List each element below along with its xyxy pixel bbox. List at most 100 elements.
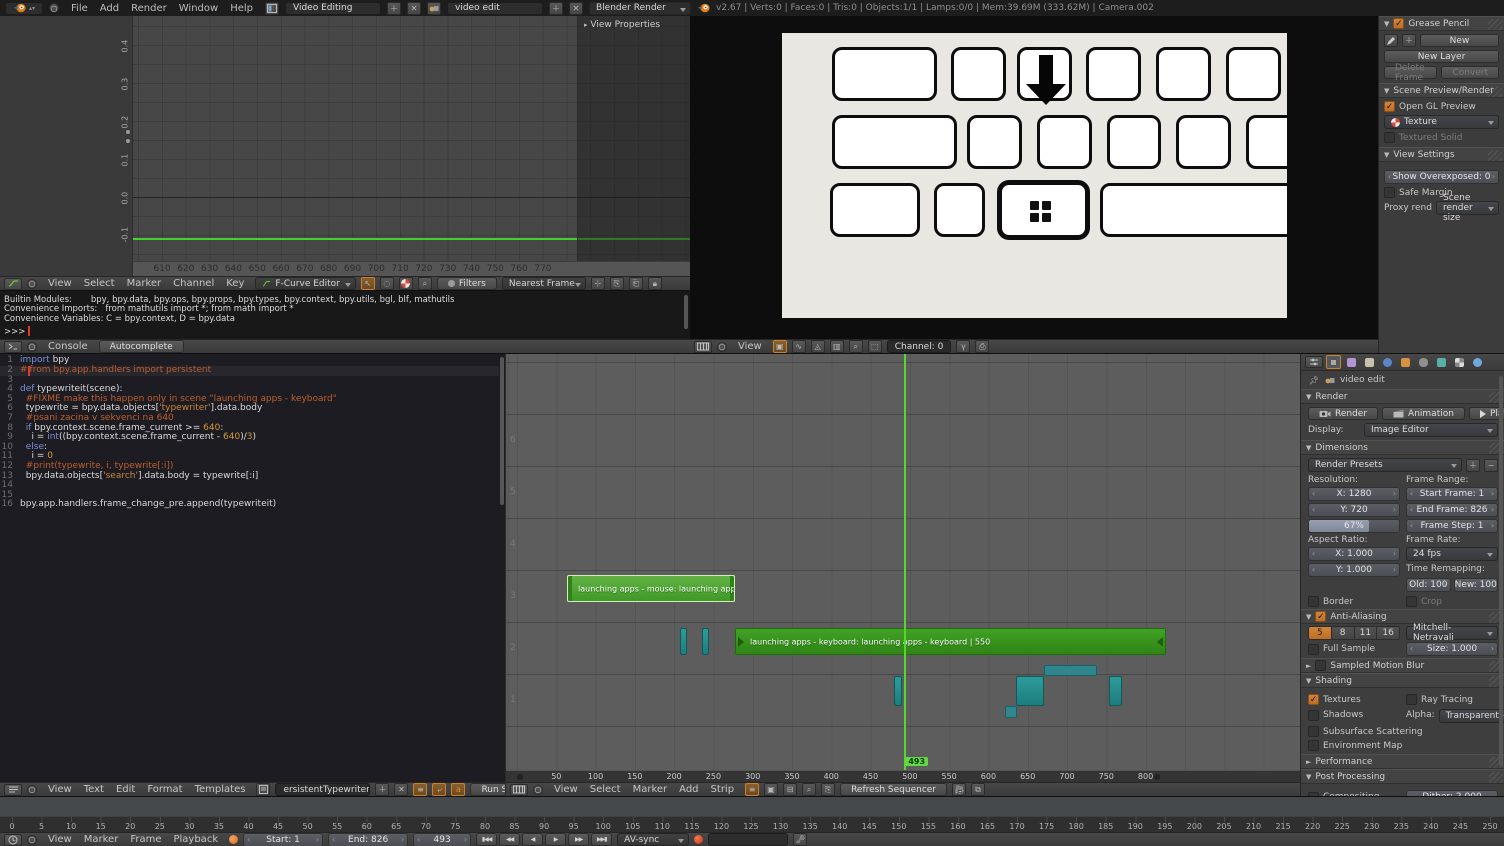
sequencer-editor-type-icon[interactable] bbox=[694, 341, 712, 353]
vse-strip[interactable] bbox=[1016, 676, 1044, 706]
add-preset-icon[interactable]: ＋ bbox=[1466, 459, 1480, 472]
code-line[interactable]: 14 bbox=[0, 481, 499, 491]
text-browse-icon[interactable] bbox=[256, 783, 270, 796]
start-frame-field[interactable]: ‹Start: 1› bbox=[243, 833, 323, 846]
properties-editor-type-icon[interactable] bbox=[1305, 356, 1323, 368]
gamma-icon[interactable]: γ bbox=[956, 340, 970, 353]
collapse-menus-icon[interactable]: ○ bbox=[27, 785, 37, 795]
snap-mode-select[interactable]: Nearest Frame bbox=[502, 277, 586, 290]
menu-key[interactable]: Key bbox=[220, 278, 250, 289]
menu-channel[interactable]: Channel bbox=[167, 278, 220, 289]
remap-new-field[interactable]: ‹New: 100› bbox=[1454, 578, 1499, 592]
jump-to-end-button[interactable]: ▶▶▮ bbox=[591, 833, 612, 846]
proxy-render-size-select[interactable]: Scene render size bbox=[1436, 201, 1499, 215]
record-icon[interactable] bbox=[229, 835, 238, 844]
vse-strip[interactable] bbox=[1005, 706, 1017, 718]
histogram-icon[interactable]: ▥ bbox=[830, 340, 844, 353]
image-display-icon[interactable]: ▣ bbox=[773, 340, 787, 353]
tab-render[interactable] bbox=[1326, 355, 1341, 369]
menu-strip[interactable]: Strip bbox=[705, 784, 741, 795]
menu-marker[interactable]: Marker bbox=[121, 278, 168, 289]
view-sequence-icon[interactable]: ≡ bbox=[745, 783, 759, 796]
aa-samples-11[interactable]: 11 bbox=[1355, 627, 1378, 639]
add-icon[interactable]: ＋ bbox=[1402, 34, 1416, 47]
keying-set-select[interactable] bbox=[708, 833, 788, 846]
render-presets-select[interactable]: Render Presets bbox=[1308, 458, 1462, 472]
collapse-menus-icon[interactable]: ○ bbox=[27, 835, 37, 845]
ray-tracing-checkbox[interactable] bbox=[1406, 694, 1417, 705]
render-button[interactable]: Render bbox=[1308, 407, 1378, 420]
aa-samples-16[interactable]: 16 bbox=[1377, 627, 1399, 639]
add-camera-icon[interactable]: 🎥︎ bbox=[952, 783, 966, 796]
play-reverse-button[interactable]: ◀ bbox=[522, 833, 543, 846]
scene-browse-icon[interactable] bbox=[427, 2, 441, 15]
motion-blur-checkbox[interactable] bbox=[1315, 660, 1326, 671]
collapse-menus-icon[interactable]: ○ bbox=[49, 3, 59, 13]
tab-physics[interactable] bbox=[1470, 355, 1485, 369]
collapse-arrow-icon[interactable]: ▸ bbox=[584, 21, 588, 29]
select-brush-icon[interactable]: ⌕ bbox=[802, 783, 816, 796]
vectorscope-icon[interactable]: ◬ bbox=[811, 340, 825, 353]
menu-playback[interactable]: Playback bbox=[167, 834, 224, 845]
delete-scene-icon[interactable]: ✕ bbox=[569, 2, 583, 15]
code-line[interactable]: 13 bpy.data.objects['search'].data.body … bbox=[0, 472, 499, 482]
menu-text[interactable]: Text bbox=[78, 784, 110, 795]
code-line[interactable]: 2#from bpy.app.handlers import persisten… bbox=[0, 366, 499, 376]
sss-checkbox[interactable] bbox=[1308, 726, 1319, 737]
tab-scene[interactable] bbox=[1362, 355, 1377, 369]
menu-view[interactable]: View bbox=[548, 784, 584, 795]
start-frame-field[interactable]: ‹Start Frame: 1› bbox=[1406, 487, 1498, 501]
preview-shading-select[interactable]: Texture bbox=[1384, 115, 1499, 129]
add-scene-icon[interactable]: ＋ bbox=[549, 2, 563, 15]
menu-marker[interactable]: Marker bbox=[78, 834, 125, 845]
environment-map-checkbox[interactable] bbox=[1308, 740, 1319, 751]
menu-select[interactable]: Select bbox=[584, 784, 627, 795]
panel-header-performance[interactable]: ►Performance bbox=[1301, 754, 1504, 769]
aa-size-field[interactable]: ‹Size: 1.000› bbox=[1406, 642, 1498, 656]
console-prompt[interactable]: >>> bbox=[4, 326, 30, 337]
vse-strip[interactable]: launching apps - keyboard: launching app… bbox=[735, 628, 1166, 655]
timeline-editor-type-icon[interactable] bbox=[4, 834, 22, 846]
only-selected-icon[interactable]: ↖ bbox=[361, 277, 375, 290]
overlay-icon[interactable]: ⧉ bbox=[971, 783, 985, 796]
console-menu[interactable]: Console bbox=[42, 341, 94, 352]
aspect-y-field[interactable]: ‹Y: 1.000› bbox=[1308, 563, 1400, 577]
playhead[interactable]: 493 bbox=[904, 354, 906, 770]
new-layer-button[interactable]: New Layer bbox=[1384, 50, 1499, 63]
aa-samples-8[interactable]: 8 bbox=[1332, 627, 1355, 639]
grease-pencil-checkbox[interactable] bbox=[1393, 18, 1404, 29]
fcurve-editor-type-icon[interactable] bbox=[4, 278, 22, 290]
unlink-text-icon[interactable]: ✕ bbox=[394, 783, 408, 796]
menu-help[interactable]: Help bbox=[224, 3, 259, 14]
border-checkbox[interactable] bbox=[1308, 596, 1319, 607]
screen-browse-icon[interactable] bbox=[265, 2, 279, 15]
aspect-x-field[interactable]: ‹X: 1.000› bbox=[1308, 547, 1400, 561]
syntax-highlight-icon[interactable]: a bbox=[451, 783, 465, 796]
panel-header-motion-blur[interactable]: ►Sampled Motion Blur bbox=[1301, 658, 1504, 673]
end-frame-field[interactable]: ‹End Frame: 826› bbox=[1406, 503, 1498, 517]
sequencer-editor-type-icon[interactable] bbox=[510, 784, 528, 796]
anti-aliasing-checkbox[interactable] bbox=[1315, 611, 1326, 622]
filters-button[interactable]: Filters bbox=[437, 277, 497, 290]
full-sample-checkbox[interactable] bbox=[1308, 644, 1319, 655]
frame-step-field[interactable]: ‹Frame Step: 1› bbox=[1406, 519, 1498, 533]
tab-world[interactable] bbox=[1380, 355, 1395, 369]
grease-pencil-new-button[interactable]: New bbox=[1420, 34, 1499, 47]
frame-rate-select[interactable]: 24 fps bbox=[1406, 547, 1498, 561]
vse-strip[interactable] bbox=[1109, 676, 1122, 706]
jump-to-start-button[interactable]: ▮◀◀ bbox=[476, 833, 497, 846]
zoom-icon[interactable]: ⌕ bbox=[849, 340, 863, 353]
shadows-checkbox[interactable] bbox=[1308, 710, 1319, 721]
collapse-menus-icon[interactable]: ○ bbox=[533, 785, 543, 795]
tab-constraints[interactable] bbox=[1416, 355, 1431, 369]
waveform-icon[interactable]: ∿ bbox=[792, 340, 806, 353]
run-script-button[interactable]: Run Script bbox=[470, 783, 505, 796]
menu-frame[interactable]: Frame bbox=[124, 834, 167, 845]
panel-header-scene-preview[interactable]: ▼Scene Preview/Render bbox=[1379, 83, 1504, 98]
menu-view[interactable]: View bbox=[42, 784, 78, 795]
search-icon[interactable]: ⌕ bbox=[418, 277, 432, 290]
menu-render[interactable]: Render bbox=[125, 3, 173, 14]
panel-header-shading[interactable]: ▼Shading bbox=[1301, 673, 1504, 688]
menu-format[interactable]: Format bbox=[141, 784, 188, 795]
autocomplete-button[interactable]: Autocomplete bbox=[99, 340, 184, 353]
